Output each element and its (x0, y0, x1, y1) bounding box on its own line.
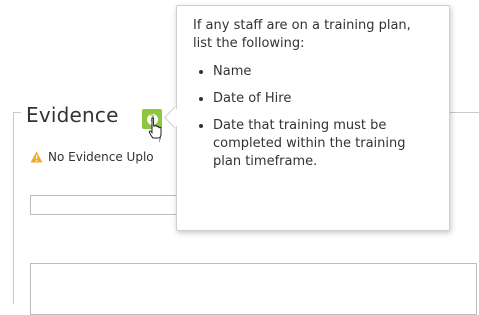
hand-pointer-cursor-icon: ? (148, 117, 162, 143)
tooltip-item-training-date: Date that training must be completed wit… (213, 117, 433, 171)
evidence-input-field[interactable] (30, 195, 181, 215)
warning-triangle-icon (30, 151, 43, 163)
tooltip-intro: If any staff are on a training plan, lis… (193, 18, 411, 51)
fieldset-border-top-left (13, 112, 21, 113)
tooltip-item-name: Name (213, 63, 433, 81)
help-tooltip: If any staff are on a training plan, lis… (176, 5, 450, 231)
evidence-title: Evidence (26, 103, 119, 127)
tooltip-item-date-of-hire: Date of Hire (213, 90, 433, 108)
no-evidence-warning: No Evidence Uplo (30, 150, 154, 164)
fieldset-border-left (13, 112, 14, 304)
warning-text: No Evidence Uplo (48, 150, 154, 164)
svg-text:?: ? (158, 137, 161, 143)
tooltip-list: Name Date of Hire Date that training mus… (193, 63, 433, 171)
evidence-legend: Evidence (24, 100, 123, 130)
evidence-notes-textarea[interactable] (30, 263, 477, 315)
